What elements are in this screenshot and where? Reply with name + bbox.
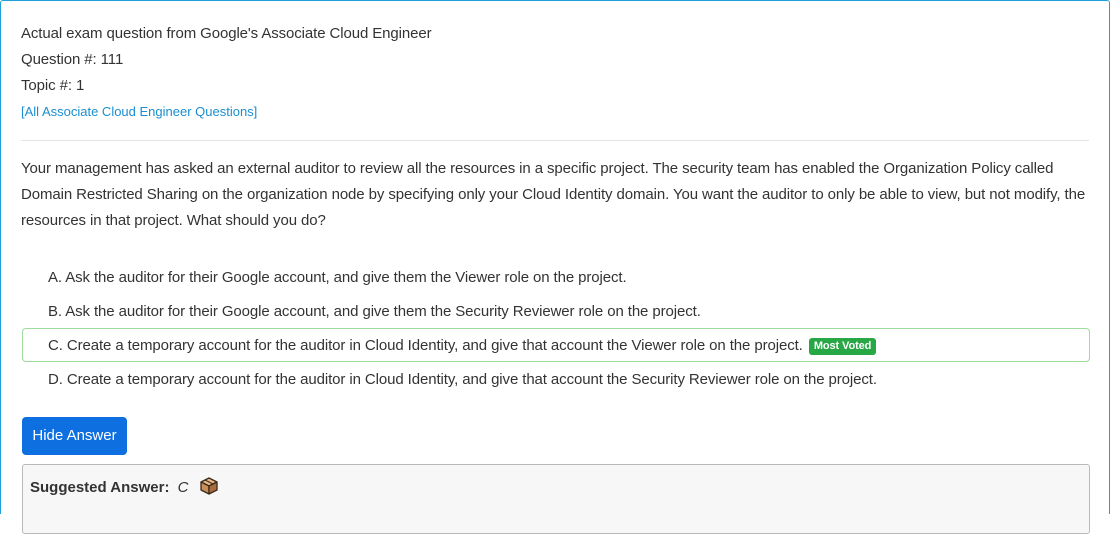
choice-b[interactable]: B. Ask the auditor for their Google acco…	[22, 294, 1090, 328]
all-questions-link[interactable]: [All Associate Cloud Engineer Questions]	[21, 99, 432, 125]
most-voted-badge: Most Voted	[808, 338, 877, 355]
suggested-answer-value: C	[177, 479, 189, 496]
question-text: Your management has asked an external au…	[21, 160, 1086, 229]
topic-number: Topic #: 1	[21, 77, 85, 94]
choice-a[interactable]: A. Ask the auditor for their Google acco…	[22, 260, 1090, 294]
question-number: Question #: 111	[21, 51, 124, 68]
box-icon	[199, 476, 219, 502]
question-card: Actual exam question from Google's Assoc…	[0, 0, 1110, 534]
hide-answer-button[interactable]: Hide Answer	[22, 417, 127, 455]
suggested-answer-label: Suggested Answer:	[30, 479, 170, 496]
suggested-answer: Suggested Answer: C	[30, 476, 219, 502]
question-header: Actual exam question from Google's Assoc…	[21, 21, 432, 125]
choice-label: B. Ask the auditor for their Google acco…	[48, 303, 701, 320]
choice-d[interactable]: D. Create a temporary account for the au…	[22, 362, 1090, 396]
choice-label: C. Create a temporary account for the au…	[48, 337, 803, 354]
choice-c[interactable]: C. Create a temporary account for the au…	[22, 328, 1090, 362]
suggested-answer-box: Suggested Answer: C	[22, 464, 1090, 534]
choice-label: A. Ask the auditor for their Google acco…	[48, 269, 627, 286]
choices-list: A. Ask the auditor for their Google acco…	[22, 260, 1090, 396]
divider	[21, 140, 1089, 141]
exam-source: Actual exam question from Google's Assoc…	[21, 25, 432, 42]
choice-label: D. Create a temporary account for the au…	[48, 371, 877, 388]
